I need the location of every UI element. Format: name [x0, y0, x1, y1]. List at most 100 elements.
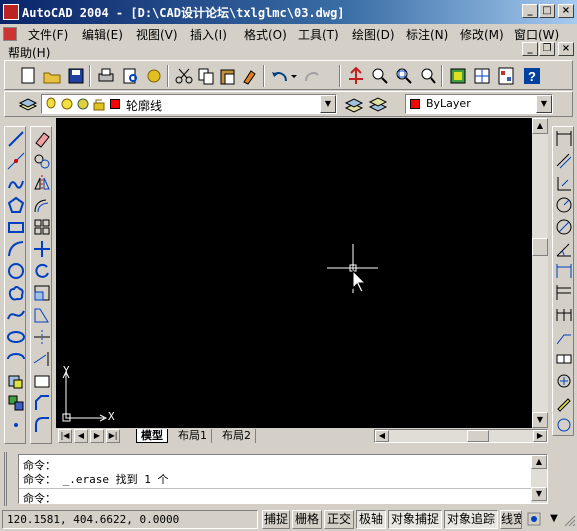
radius-dimension-icon[interactable] [554, 195, 574, 215]
aligned-dimension-icon[interactable] [554, 151, 574, 171]
hscroll-thumb[interactable] [467, 430, 489, 442]
scroll-right-icon[interactable]: ▶ [533, 430, 547, 442]
menu-view[interactable]: 视图(V) [136, 26, 178, 43]
offset-icon[interactable] [32, 195, 52, 215]
command-scrollbar[interactable]: ▲ ▼ [531, 455, 547, 503]
doc-restore-button[interactable]: ❐ [539, 42, 555, 56]
design-center-icon[interactable] [471, 65, 493, 87]
print-icon[interactable] [95, 65, 117, 87]
drawing-area[interactable]: Y X [56, 118, 532, 428]
arc-icon[interactable] [6, 239, 26, 259]
layer-manager-icon[interactable] [17, 94, 39, 116]
zoom-previous-icon[interactable] [417, 65, 439, 87]
mirror-icon[interactable] [32, 173, 52, 193]
tab-layout2[interactable]: 布局2 [218, 429, 256, 443]
rotate-icon[interactable] [32, 261, 52, 281]
cut-icon[interactable] [173, 65, 195, 87]
grid-toggle[interactable]: 栅格 [292, 510, 322, 529]
scroll-thumb[interactable] [532, 238, 548, 256]
snap-toggle[interactable]: 捕捉 [262, 510, 290, 529]
otrack-toggle[interactable]: 对象追踪 [444, 510, 498, 529]
erase-icon[interactable] [32, 129, 52, 149]
menu-draw[interactable]: 绘图(D) [352, 26, 395, 43]
circle-icon[interactable] [6, 261, 26, 281]
chevron-down-icon[interactable]: ▼ [320, 95, 336, 113]
fillet-icon[interactable] [32, 415, 52, 435]
close-button[interactable]: × [558, 4, 574, 18]
lightbulb-icon[interactable] [46, 97, 56, 111]
new-file-icon[interactable] [17, 65, 39, 87]
line-icon[interactable] [6, 129, 26, 149]
ordinate-dimension-icon[interactable] [554, 173, 574, 193]
menu-tools[interactable]: 工具(T) [298, 26, 339, 43]
tray-settings-icon[interactable] [526, 511, 542, 527]
dimension-update-icon[interactable] [554, 415, 574, 435]
print-preview-icon[interactable] [119, 65, 141, 87]
command-grip[interactable] [4, 452, 18, 506]
save-icon[interactable] [65, 65, 87, 87]
polyline-icon[interactable] [6, 173, 26, 193]
scale-icon[interactable] [32, 283, 52, 303]
linear-dimension-icon[interactable] [554, 129, 574, 149]
horizontal-scrollbar[interactable]: ◀ ▶ [374, 429, 548, 443]
angular-dimension-icon[interactable] [554, 239, 574, 259]
point-icon[interactable] [6, 415, 26, 435]
break-icon[interactable] [32, 371, 52, 391]
scroll-up-icon[interactable]: ▲ [532, 118, 548, 134]
spline-icon[interactable] [6, 305, 26, 325]
undo-icon[interactable] [269, 65, 291, 87]
revision-cloud-icon[interactable] [6, 283, 26, 303]
move-icon[interactable] [32, 239, 52, 259]
menu-file[interactable]: 文件(F) [28, 26, 68, 43]
diameter-dimension-icon[interactable] [554, 217, 574, 237]
rectangle-icon[interactable] [6, 217, 26, 237]
center-mark-icon[interactable] [554, 371, 574, 391]
color-dropdown[interactable]: ByLayer ▼ [405, 94, 553, 114]
extend-icon[interactable] [32, 349, 52, 369]
insert-block-icon[interactable] [6, 371, 26, 391]
pan-icon[interactable] [345, 65, 367, 87]
continue-dimension-icon[interactable] [554, 305, 574, 325]
tab-layout1[interactable]: 布局1 [174, 429, 212, 443]
next-tab-icon[interactable]: ▶ [90, 429, 104, 443]
lock-icon[interactable] [92, 97, 106, 111]
properties-icon[interactable] [447, 65, 469, 87]
quick-dimension-icon[interactable] [554, 261, 574, 281]
menu-insert[interactable]: 插入(I) [190, 26, 227, 43]
menu-help[interactable]: 帮助(H) [8, 44, 50, 61]
make-layer-current-icon[interactable] [343, 94, 365, 116]
polygon-icon[interactable] [6, 195, 26, 215]
paste-icon[interactable] [217, 65, 239, 87]
redo-icon[interactable] [301, 65, 323, 87]
osnap-toggle[interactable]: 对象捕捉 [388, 510, 442, 529]
tab-model[interactable]: 模型 [136, 429, 168, 443]
last-tab-icon[interactable]: ▶| [106, 429, 120, 443]
copy-icon[interactable] [195, 65, 217, 87]
layer-dropdown[interactable]: 轮廓线 ▼ [41, 94, 337, 114]
publish-icon[interactable] [143, 65, 165, 87]
zoom-window-icon[interactable] [393, 65, 415, 87]
sun-icon[interactable] [60, 97, 74, 111]
scroll-left-icon[interactable]: ◀ [375, 430, 389, 442]
zoom-realtime-icon[interactable] [369, 65, 391, 87]
ellipse-icon[interactable] [6, 327, 26, 347]
dimension-edit-icon[interactable] [554, 393, 574, 413]
construction-line-icon[interactable] [6, 151, 26, 171]
minimize-button[interactable]: _ [522, 4, 538, 18]
ellipse-arc-icon[interactable] [6, 349, 26, 369]
match-properties-icon[interactable] [239, 65, 261, 87]
trim-icon[interactable] [32, 327, 52, 347]
scroll-down-icon[interactable]: ▼ [531, 487, 547, 501]
tool-palettes-icon[interactable] [495, 65, 517, 87]
title-bar[interactable]: AutoCAD 2004 - [D:\CAD设计论坛\txlglmc\03.dw… [0, 0, 577, 24]
tolerance-icon[interactable] [554, 349, 574, 369]
help-icon[interactable]: ? [521, 65, 543, 87]
document-icon[interactable] [3, 27, 17, 41]
maximize-button[interactable]: □ [539, 4, 555, 18]
array-icon[interactable] [32, 217, 52, 237]
polar-toggle[interactable]: 极轴 [356, 510, 386, 529]
autocad-icon[interactable] [3, 4, 19, 20]
prev-tab-icon[interactable]: ◀ [74, 429, 88, 443]
undo-dropdown-icon[interactable] [289, 65, 299, 87]
make-block-icon[interactable] [6, 393, 26, 413]
